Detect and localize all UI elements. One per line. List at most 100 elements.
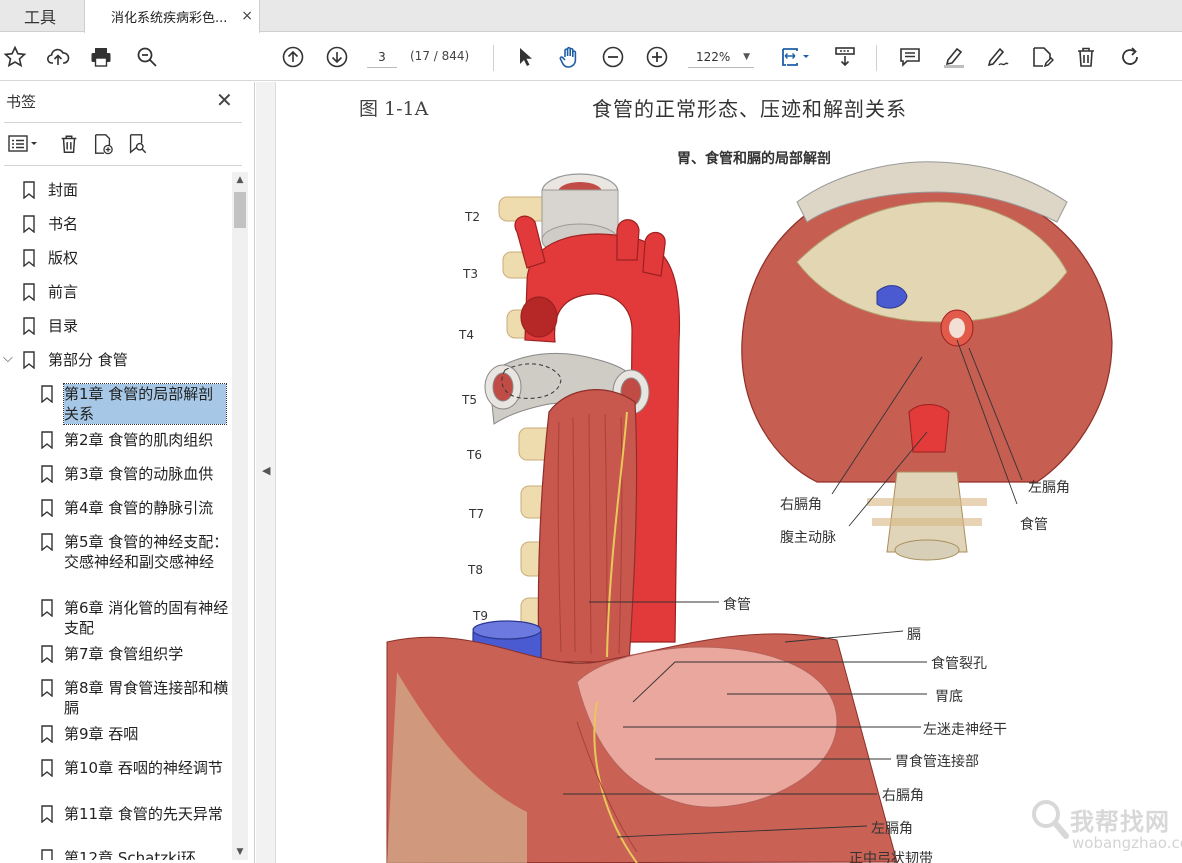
stamp-edit-icon[interactable] (1029, 44, 1055, 70)
zoom-in-icon[interactable] (644, 44, 670, 70)
bookmark-label: 第4章 食管的静脉引流 (64, 499, 214, 517)
bookmark-item[interactable]: 第9章 吞咽 (40, 724, 229, 744)
page-fit-icon[interactable] (776, 44, 814, 70)
label-gastroesophageal-junction: 胃食管连接部 (895, 754, 979, 770)
vertebra-label: T9 (473, 609, 488, 623)
bookmark-item[interactable]: 封面 (22, 180, 198, 200)
page-number-input[interactable] (367, 46, 397, 68)
select-cursor-icon[interactable] (512, 44, 538, 70)
label-gastric-fundus: 胃底 (935, 689, 963, 705)
vertebra-label: T6 (467, 448, 482, 462)
watermark-text: 我帮找网 (1070, 808, 1170, 836)
bookmark-options-icon[interactable] (4, 132, 42, 156)
bookmark-label: 版权 (48, 249, 79, 267)
bookmark-label: 第1章 食管的局部解剖关系 (63, 383, 227, 425)
bookmark-icon (41, 599, 53, 617)
scroll-mode-icon[interactable] (832, 44, 858, 70)
scroll-thumb[interactable] (234, 192, 246, 228)
draw-signature-icon[interactable] (985, 44, 1011, 70)
bookmark-item[interactable]: 书名 (22, 214, 198, 234)
bookmark-item[interactable]: 第2章 食管的肌肉组织 (40, 430, 229, 450)
tab-tools[interactable]: 工具 (0, 0, 80, 32)
diaphragm (386, 633, 898, 863)
bookmark-item[interactable]: 前言 (22, 282, 198, 302)
toolbar-divider (876, 45, 877, 71)
bookmark-label: 第3章 食管的动脉血供 (64, 465, 214, 483)
new-bookmark-icon[interactable] (90, 132, 116, 156)
bookmark-label: 前言 (48, 283, 79, 301)
divider (4, 122, 242, 123)
next-page-icon[interactable] (324, 44, 350, 70)
bookmark-item[interactable]: 第10章 吞咽的神经调节 (40, 758, 224, 778)
vertebra-label: T5 (462, 393, 477, 407)
watermark-url: wobangzhao.com (1072, 834, 1182, 852)
bookmark-label: 目录 (48, 317, 79, 335)
panel-collapse-strip[interactable]: ◀ (256, 82, 276, 863)
tab-bar: 工具 消化系统疾病彩色... × (0, 0, 1182, 33)
bookmark-label: 第12章 Schatzki环 (64, 849, 196, 860)
label-median-arcuate-ligament: 正中弓状韧带 (849, 851, 933, 863)
divider (4, 165, 242, 166)
delete-bookmark-icon[interactable] (56, 132, 82, 156)
zoom-select[interactable]: 122% ▼ (688, 46, 754, 68)
bookmark-icon (23, 181, 35, 199)
bookmark-item[interactable]: 目录 (22, 316, 198, 336)
bookmark-item[interactable]: 第12章 Schatzki环 (40, 848, 229, 860)
vertebra-label: T4 (459, 328, 474, 342)
bookmark-item[interactable]: 第5章 食管的神经支配：交感神经和副交感神经 (40, 532, 229, 572)
chevron-down-icon[interactable]: ⌵ (3, 351, 13, 366)
highlight-pen-icon[interactable] (941, 44, 967, 70)
bookmark-icon (41, 431, 53, 449)
bookmark-item[interactable]: 第11章 食管的先天异常 (40, 804, 224, 824)
comment-icon[interactable] (897, 44, 923, 70)
label-diaphragm: 膈 (907, 627, 921, 643)
trash-icon[interactable] (1073, 44, 1099, 70)
figure-number: 图 1-1A (359, 98, 429, 120)
bookmark-icon (41, 679, 53, 697)
zoom-out-icon[interactable] (600, 44, 626, 70)
bookmark-item[interactable]: 第7章 食管组织学 (40, 644, 229, 664)
inset-label-esophagus: 食管 (1020, 517, 1048, 533)
bookmark-label: 封面 (48, 181, 79, 199)
tab-document[interactable]: 消化系统疾病彩色... × (84, 0, 260, 33)
vertebra-label: T7 (469, 507, 484, 521)
bookmark-item[interactable]: 第4章 食管的静脉引流 (40, 498, 229, 518)
star-icon[interactable] (2, 44, 28, 70)
redo-rotate-icon[interactable] (1117, 44, 1143, 70)
bookmark-icon (23, 249, 35, 267)
zoom-search-icon[interactable] (134, 44, 160, 70)
bookmark-item-selected[interactable]: 第1章 食管的局部解剖关系 (40, 383, 227, 425)
label-esophageal-hiatus: 食管裂孔 (931, 656, 987, 672)
bookmark-item[interactable]: 第8章 胃食管连接部和横膈 (40, 678, 229, 718)
bookmark-icon (23, 351, 35, 369)
cloud-upload-icon[interactable] (45, 44, 71, 70)
bookmark-scrollbar[interactable]: ▲ ▼ (232, 172, 248, 860)
close-tab-icon[interactable]: × (241, 8, 253, 24)
label-right-crus: 右膈角 (882, 788, 924, 804)
page-count: (17 / 844) (410, 49, 470, 63)
label-left-crus: 左膈角 (871, 821, 913, 837)
bookmark-item-expanded[interactable]: ⌵ 第部分 食管 (3, 350, 198, 370)
label-esophagus: 食管 (723, 597, 751, 613)
bookmark-item[interactable]: 第6章 消化管的固有神经支配 (40, 598, 229, 638)
scroll-down-icon[interactable]: ▼ (232, 844, 248, 860)
previous-page-icon[interactable] (280, 44, 306, 70)
vertebra-label: T2 (465, 210, 480, 224)
print-icon[interactable] (88, 44, 114, 70)
document-page: 图 1-1A 食管的正常形态、压迹和解剖关系 胃、食管和膈的局部解剖 T2 T3… (277, 82, 1182, 863)
bookmark-icon (41, 499, 53, 517)
scroll-up-icon[interactable]: ▲ (232, 172, 248, 188)
bookmark-icon (23, 215, 35, 233)
bookmark-toolbar (4, 130, 244, 158)
bookmark-label: 第6章 消化管的固有神经支配 (64, 599, 229, 637)
close-panel-icon[interactable]: ✕ (216, 88, 233, 112)
esophagus (537, 389, 638, 663)
bookmark-icon (41, 805, 53, 823)
search-bookmark-icon[interactable] (124, 132, 150, 156)
bookmarks-panel: 书签 ✕ 封面 书名 版权 前言 目录 ⌵ 第部分 食管 第1章 食管的局部解剖… (0, 82, 255, 863)
collapse-panel-icon[interactable]: ◀ (262, 464, 270, 477)
bookmark-item[interactable]: 第3章 食管的动脉血供 (40, 464, 229, 484)
hand-tool-icon[interactable] (556, 44, 582, 70)
figure-heading: 食管的正常形态、压迹和解剖关系 (592, 97, 907, 121)
bookmark-item[interactable]: 版权 (22, 248, 198, 268)
